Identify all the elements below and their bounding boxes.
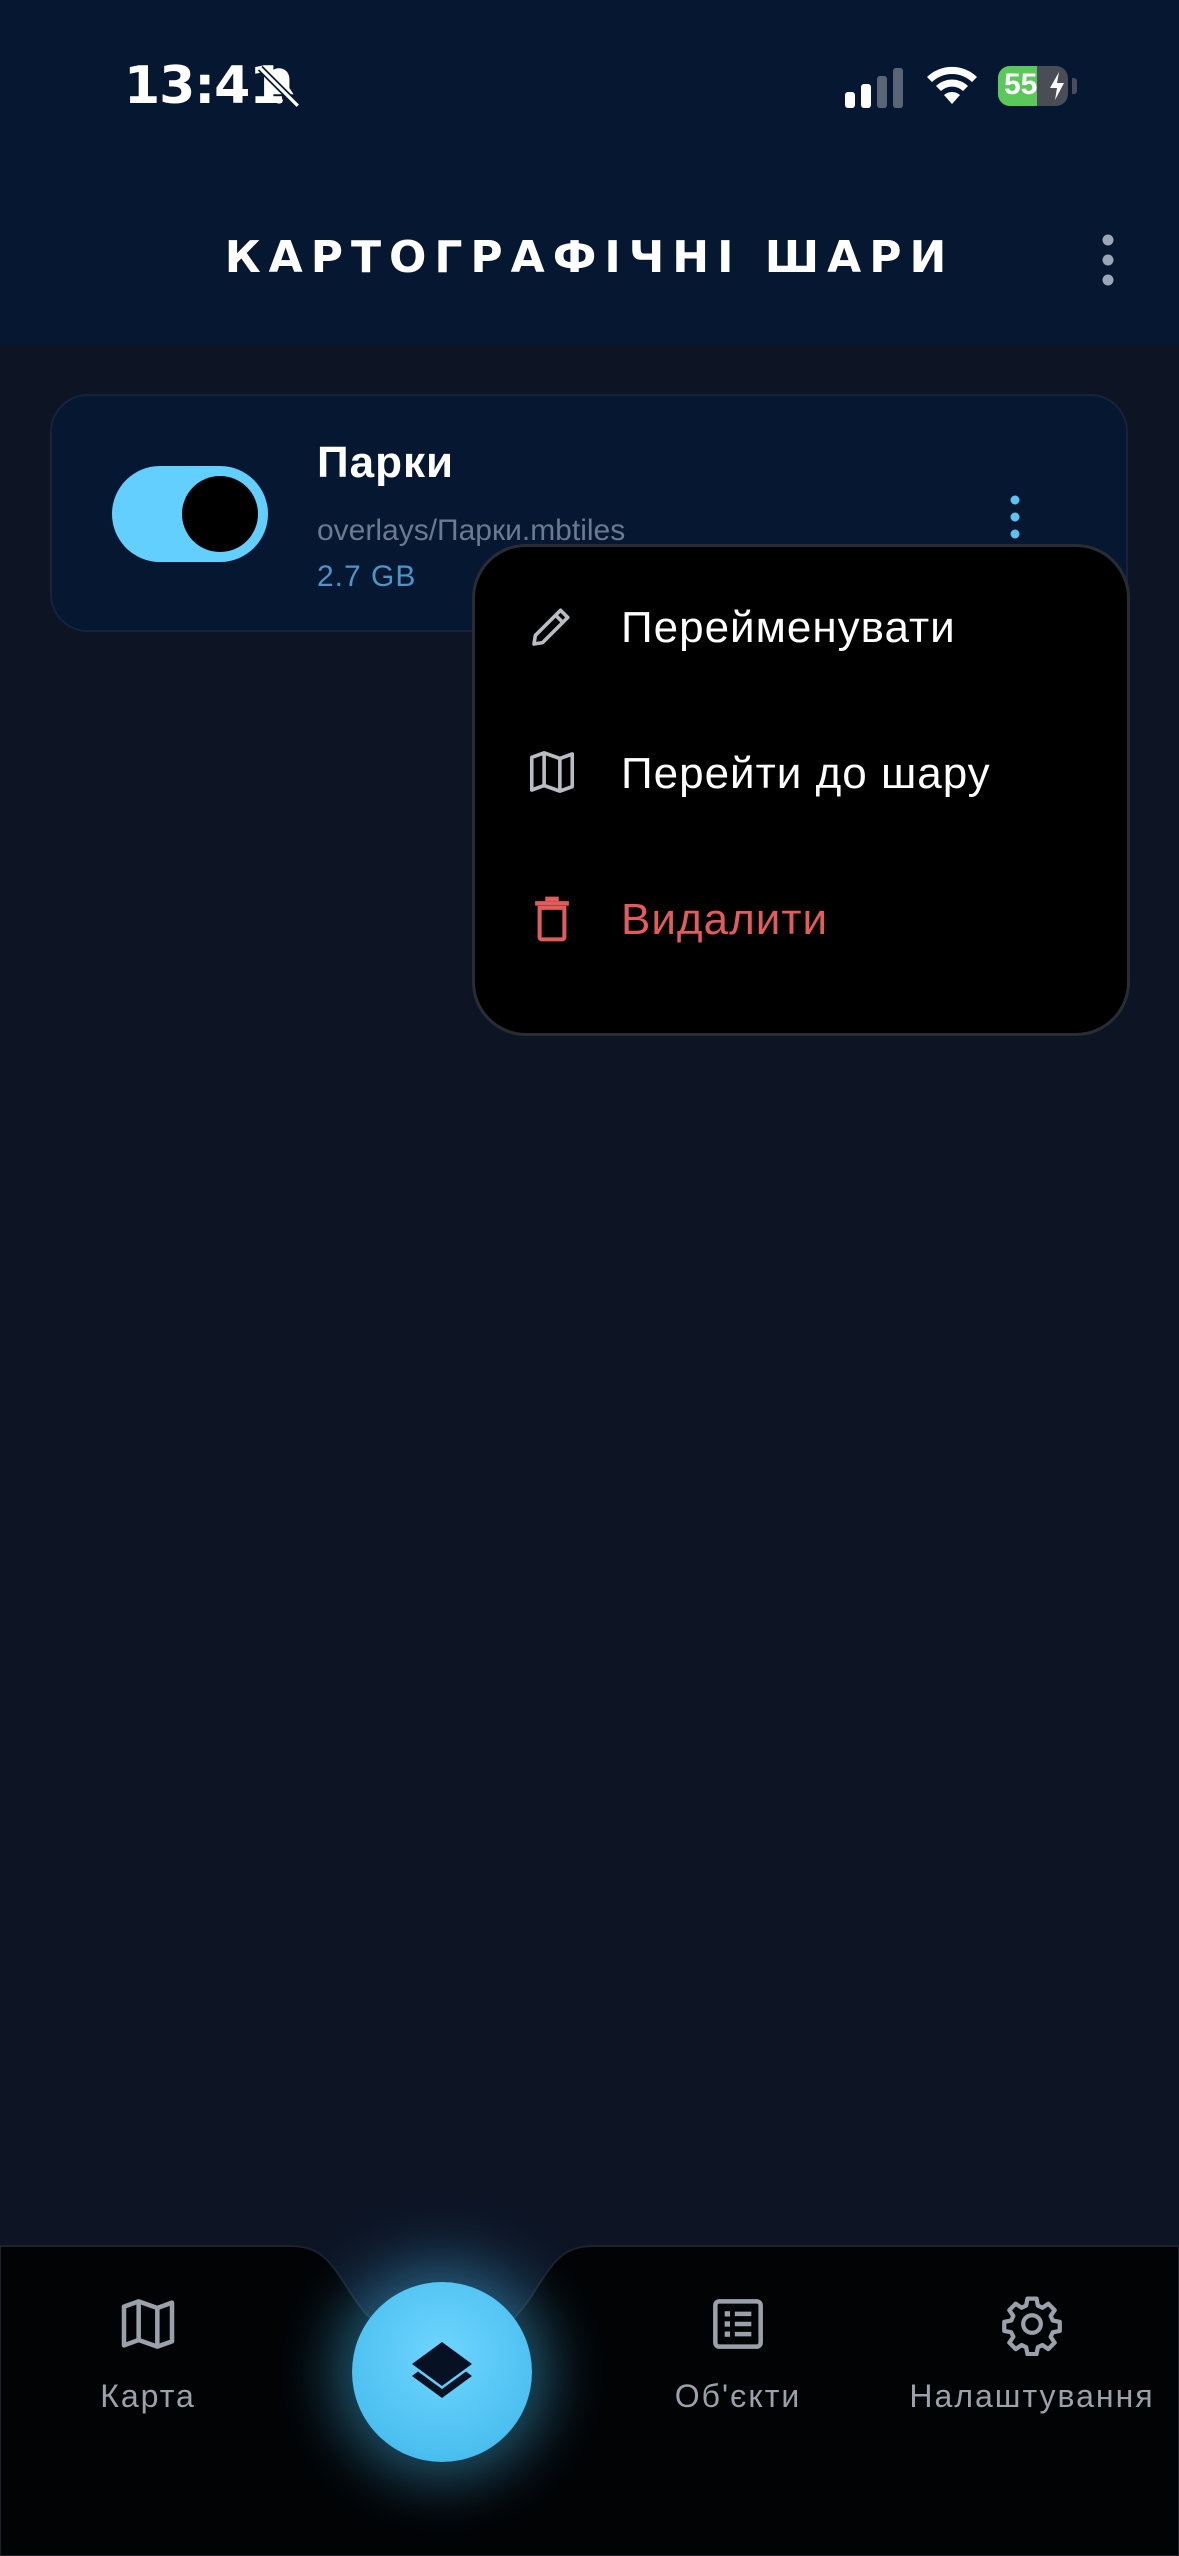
nav-item-settings[interactable]: Налаштування: [900, 2240, 1164, 2440]
trash-icon: [535, 896, 569, 942]
layer-path: overlays/Парки.mbtiles: [317, 514, 626, 547]
battery-level: 55: [1004, 68, 1038, 101]
map-icon: [121, 2299, 175, 2349]
layer-more-icon[interactable]: [1000, 492, 1030, 542]
layers-icon: [412, 2342, 472, 2398]
menu-item-label: Перейти до шару: [621, 749, 991, 798]
menu-item-delete[interactable]: Видалити: [475, 853, 1127, 983]
context-menu: Перейменувати Перейти до шару Видалити: [472, 544, 1130, 1036]
nav-label: Налаштування: [909, 2378, 1155, 2414]
menu-item-rename[interactable]: Перейменувати: [475, 561, 1127, 691]
wifi-icon: [927, 66, 977, 104]
layer-toggle[interactable]: [112, 466, 268, 562]
pencil-icon: [532, 608, 570, 646]
map-icon: [529, 751, 575, 793]
more-vertical-icon[interactable]: [1090, 230, 1126, 290]
battery-tip: [1072, 78, 1077, 94]
nav-label: Карта: [100, 2378, 196, 2414]
nav-label: Об'єкти: [674, 2378, 802, 2414]
bottom-nav: Карта Об'єкти Налаштування: [0, 2240, 1179, 2556]
list-icon: [713, 2299, 763, 2349]
layer-name: Парки: [317, 438, 455, 487]
nav-item-layers[interactable]: [352, 2282, 532, 2462]
nav-item-objects[interactable]: Об'єкти: [640, 2240, 836, 2440]
layer-size: 2.7 GB: [317, 560, 417, 593]
battery-charging-icon: 55: [998, 66, 1068, 106]
cellular-signal-icon: [845, 68, 903, 108]
nav-item-map[interactable]: Карта: [60, 2240, 236, 2440]
gear-icon: [1002, 2296, 1062, 2356]
menu-item-goto-layer[interactable]: Перейти до шару: [475, 707, 1127, 837]
bell-slash-icon: [257, 65, 301, 109]
app-header: 13:41 55 КАРТОГРАФІЧНІ ШАРИ: [0, 0, 1179, 345]
menu-item-label: Перейменувати: [621, 603, 956, 652]
page-title: КАРТОГРАФІЧНІ ШАРИ: [224, 232, 955, 283]
toggle-knob: [182, 476, 258, 552]
menu-item-label: Видалити: [621, 895, 829, 944]
bolt-icon: [1050, 72, 1064, 100]
